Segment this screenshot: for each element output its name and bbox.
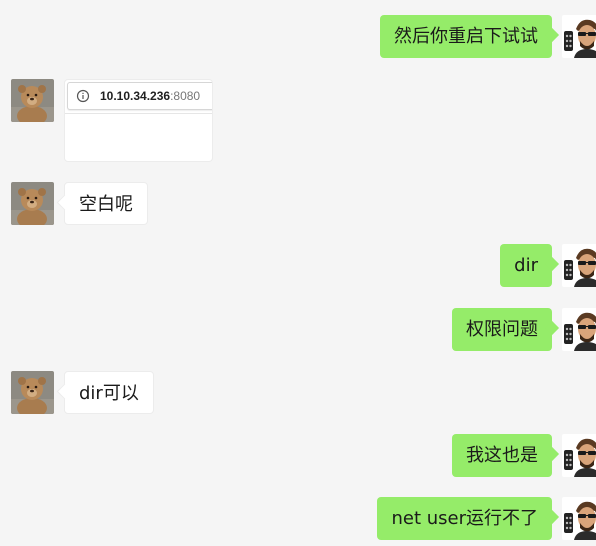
message-bubble[interactable]: dir可以 [64, 371, 154, 414]
self-avatar[interactable] [562, 308, 596, 351]
divider [65, 113, 212, 114]
url-host: 10.10.34.236 [100, 89, 171, 103]
self-avatar[interactable] [562, 15, 596, 58]
browser-address-bar: 10.10.34.236:8080 [67, 82, 212, 110]
contact-avatar[interactable] [11, 371, 54, 414]
self-avatar[interactable] [562, 497, 596, 540]
message-bubble[interactable]: 空白呢 [64, 182, 148, 225]
message-bubble[interactable]: 我这也是 [452, 434, 552, 477]
info-icon [76, 89, 90, 103]
url-port: :8080 [170, 89, 201, 103]
message-bubble[interactable]: 权限问题 [452, 308, 552, 351]
message-bubble[interactable]: 然后你重启下试试 [380, 15, 552, 58]
url-text: 10.10.34.236:8080 [100, 83, 200, 109]
self-avatar[interactable] [562, 244, 596, 287]
contact-avatar[interactable] [11, 79, 54, 122]
self-avatar[interactable] [562, 434, 596, 477]
message-bubble[interactable]: net user运行不了 [377, 497, 552, 540]
image-message[interactable]: 10.10.34.236:8080 [64, 79, 213, 162]
message-bubble[interactable]: dir [500, 244, 552, 287]
contact-avatar[interactable] [11, 182, 54, 225]
